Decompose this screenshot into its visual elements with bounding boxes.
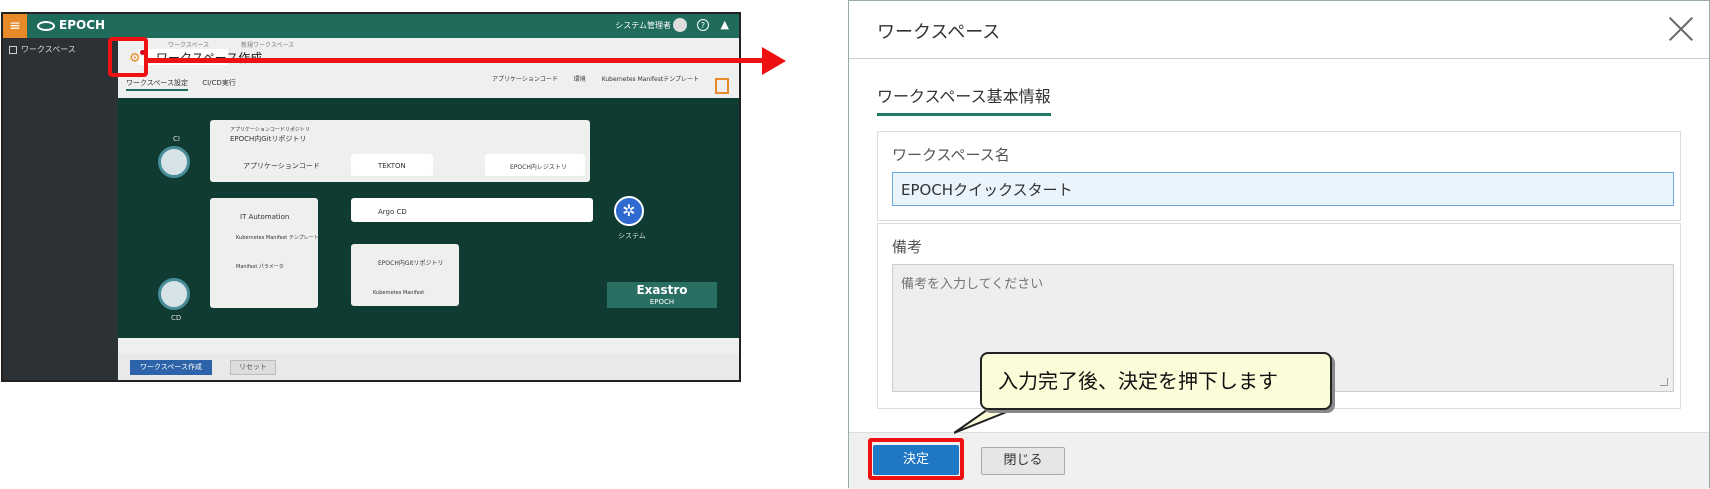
section-title: ワークスペース基本情報 (877, 83, 1051, 116)
hamburger-menu-icon[interactable]: ≡ (3, 14, 27, 38)
tab-cicd-run[interactable]: CI/CD実行 (202, 79, 236, 87)
bottom-bar: ワークスペース作成 リセット (118, 354, 739, 380)
user-name[interactable]: システム管理者 (615, 20, 671, 31)
modal-footer: 決定 閉じる (849, 432, 1709, 489)
brand-logo: EPOCH (37, 18, 105, 32)
top-bar: ≡ EPOCH システム管理者 ? ▲ (3, 14, 739, 38)
resize-grip-icon[interactable] (1660, 378, 1668, 386)
name-label: ワークスペース名 (892, 146, 1010, 164)
avatar[interactable] (673, 18, 687, 32)
ci-user-icon[interactable] (158, 146, 190, 178)
note-label: 備考 (892, 238, 923, 256)
legend-item: 環境 (573, 76, 586, 83)
modal-header: ワークスペース (849, 1, 1709, 59)
ci-label: CI (173, 135, 180, 143)
breadcrumb-item: 新規ワークスペース (241, 42, 295, 49)
ok-button[interactable]: 決定 (873, 445, 959, 475)
legend-item: Kubernetes Manifestテンプレート (601, 76, 699, 83)
sidebar-item-workspace[interactable]: ワークスペース (9, 44, 76, 55)
workspace-name-input[interactable] (892, 172, 1674, 206)
arrow-line (146, 58, 766, 63)
bell-icon[interactable]: ▲ (721, 18, 729, 31)
cd-user-icon[interactable] (158, 278, 190, 310)
tab-bar: ワークスペース設定 CI/CD実行 (126, 78, 248, 91)
legend: アプリケーションコード 環境 Kubernetes Manifestテンプレート (478, 74, 699, 83)
create-workspace-button[interactable]: ワークスペース作成 (130, 360, 212, 375)
system-label: システム (618, 232, 646, 240)
instruction-callout: 入力完了後、決定を押下します (980, 352, 1332, 410)
kubernetes-icon[interactable]: ✲ (614, 196, 644, 226)
arrow-head-icon (762, 47, 786, 75)
workspace-icon (9, 45, 17, 54)
sidebar: ワークスペース (3, 38, 118, 380)
close-icon[interactable] (1667, 15, 1695, 43)
iac-panel (351, 244, 459, 306)
eye-icon (37, 20, 55, 31)
reset-button[interactable]: リセット (230, 360, 276, 375)
app-code[interactable]: アプリケーションコード (243, 161, 320, 171)
breadcrumb-item[interactable]: ワークスペース (168, 42, 209, 49)
name-group: ワークスペース名 (877, 131, 1681, 221)
ita-node[interactable]: IT Automation (240, 213, 289, 221)
modal-title: ワークスペース (877, 22, 1001, 43)
legend-item: アプリケーションコード (491, 76, 558, 83)
breadcrumb: ワークスペース 新規ワークスペース (168, 40, 324, 49)
document-icon[interactable] (715, 78, 729, 94)
iac-repo[interactable]: EPOCH内Gitリポジトリ (378, 258, 444, 267)
close-button[interactable]: 閉じる (981, 447, 1065, 475)
main-content: ワークスペース 新規ワークスペース ワークスペース作成 ⚙ ワークスペース設定 … (118, 38, 739, 380)
tab-workspace-settings[interactable]: ワークスペース設定 (126, 79, 188, 91)
help-icon[interactable]: ? (697, 19, 709, 31)
highlight-frame (108, 37, 148, 77)
pipeline-canvas: CI CD アプリケーションコードリポジトリ EPOCH内Gitリポジトリ アプ… (118, 98, 739, 338)
exastro-badge: Exastro EPOCH (607, 282, 717, 308)
cd-label: CD (171, 314, 182, 322)
app-repo[interactable]: EPOCH内Gitリポジトリ (230, 134, 306, 144)
